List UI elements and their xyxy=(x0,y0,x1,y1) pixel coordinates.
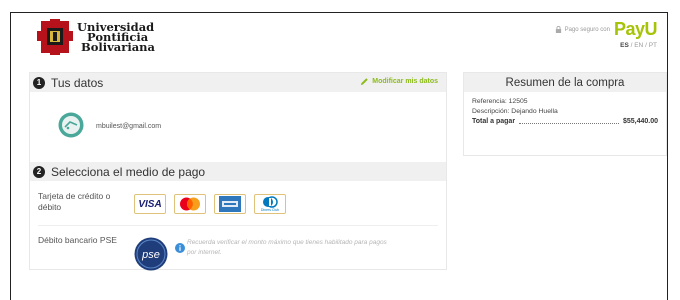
secure-payment: Pago seguro con PayU xyxy=(555,19,658,40)
summary-title: Resumen de la compra xyxy=(464,73,666,92)
section-payment-method-header: 2 Selecciona el medio de pago xyxy=(30,162,446,181)
description-label: Descripción: xyxy=(472,108,510,115)
reference-value: 12505 xyxy=(508,98,528,105)
lock-icon xyxy=(555,26,561,33)
total-label: Total a pagar xyxy=(472,118,516,125)
mastercard-icon xyxy=(180,197,200,211)
payment-divider xyxy=(38,225,438,226)
purchase-summary: Resumen de la compra Referencia: 12505 D… xyxy=(463,72,667,156)
diners-club-icon: Diners Club xyxy=(261,196,279,212)
section-your-data-header: 1 Tus datos Modificar mis datos xyxy=(30,73,446,92)
lang-es[interactable]: ES xyxy=(620,42,629,49)
payu-logo: PayU xyxy=(613,19,658,39)
modify-data-link[interactable]: Modificar mis datos xyxy=(360,77,438,86)
crest-icon xyxy=(37,19,73,55)
language-switcher: ES / EN / PT xyxy=(555,42,657,49)
university-name-line-3: Bolivariana xyxy=(81,40,155,54)
mastercard-option[interactable] xyxy=(174,194,206,214)
total-value: $55,440.00 xyxy=(622,118,658,125)
credit-card-label: Tarjeta de crédito o débito xyxy=(38,191,111,212)
payu-header: Pago seguro con PayU ES / EN / PT xyxy=(555,19,658,49)
lang-pt[interactable]: PT xyxy=(649,42,657,49)
pse-logo-text: pse xyxy=(141,249,160,261)
description-value: Dejando Huella xyxy=(511,108,558,115)
lang-en[interactable]: EN xyxy=(634,42,643,49)
pse-note: Recuerda verificar el monto máximo que t… xyxy=(187,239,387,256)
university-name: Universidad Pontificia Bolivariana xyxy=(77,21,155,54)
modify-data-label: Modificar mis datos xyxy=(372,78,438,85)
description-row: Descripción: Dejando Huella xyxy=(472,107,658,117)
visa-logo: VISA xyxy=(138,198,162,210)
reference-label: Referencia: xyxy=(472,98,507,105)
total-dots xyxy=(519,117,619,124)
amex-option[interactable] xyxy=(214,194,246,214)
checkout-card: 1 Tus datos Modificar mis datos mbuilest… xyxy=(29,72,447,271)
lang-separator: / xyxy=(630,42,633,49)
info-icon xyxy=(175,243,185,253)
diners-club-caption: Diners Club xyxy=(261,208,279,212)
total-row: Total a pagar $55,440.00 xyxy=(472,117,658,127)
visa-option[interactable]: VISA xyxy=(134,194,166,214)
pencil-icon xyxy=(361,78,369,86)
section-your-data-title: Tus datos xyxy=(51,75,104,90)
step-number-2: 2 xyxy=(33,165,45,178)
reference-row: Referencia: 12505 xyxy=(472,97,658,107)
amex-icon xyxy=(219,196,241,212)
user-email: mbuilest@gmail.com xyxy=(96,123,162,130)
lang-separator: / xyxy=(645,42,647,49)
pse-label: Débito bancario PSE xyxy=(38,235,117,245)
step-number-1: 1 xyxy=(33,76,45,89)
pse-option[interactable]: pse xyxy=(134,237,168,271)
summary-body: Referencia: 12505 Descripción: Dejando H… xyxy=(464,92,666,127)
diners-option[interactable]: Diners Club xyxy=(254,194,286,214)
section-payment-method-title: Selecciona el medio de pago xyxy=(51,164,206,179)
secure-text: Pago seguro con xyxy=(564,26,610,33)
university-logo: Universidad Pontificia Bolivariana xyxy=(37,19,155,55)
user-avatar-icon xyxy=(58,112,84,138)
card-options: VISA Diners Club xyxy=(134,194,286,214)
checkout-frame: Universidad Pontificia Bolivariana Pago … xyxy=(10,12,668,300)
